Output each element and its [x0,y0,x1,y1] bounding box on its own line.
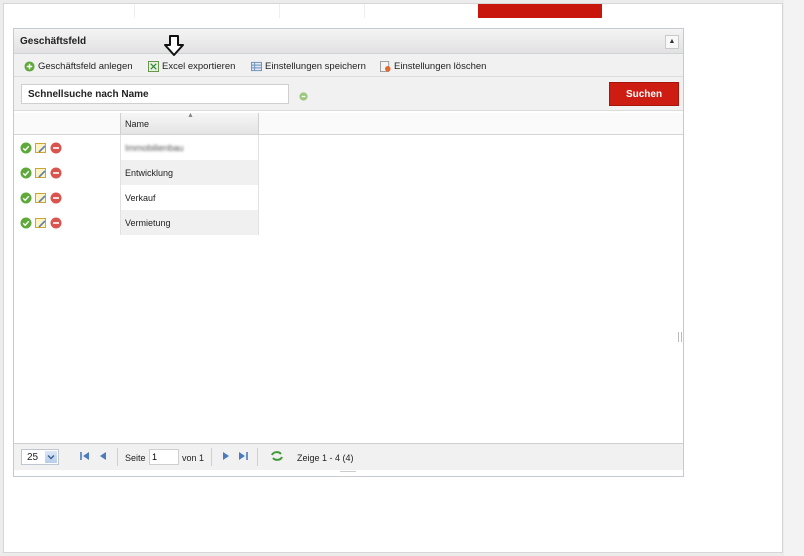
save-settings-label: Einstellungen speichern [265,60,366,72]
page-count-label: von 1 [182,453,205,463]
table-row[interactable]: Vermietung [14,210,683,235]
table-row[interactable]: Immobilienbau [14,135,683,160]
page-label: Seite [125,453,146,463]
active-nav-tab[interactable] [478,4,602,18]
delete-icon[interactable] [50,142,62,154]
panel-header: Geschäftsfeld ▲ [14,29,683,54]
delete-settings-icon [380,60,391,72]
search-clear-icon[interactable] [298,91,309,102]
row-name: Verkauf [125,193,156,203]
pagination-bar: 25 Seite von 1 Zeige 1 - 4 (4) [14,443,683,470]
add-icon [24,60,35,72]
name-cell: Immobilienbau [120,135,259,160]
display-info: Zeige 1 - 4 (4) [297,453,354,463]
pager-separator [257,448,258,466]
pager-separator [117,448,118,466]
page-size-value: 25 [27,452,39,463]
actions-column-header [14,113,120,134]
quick-search-input[interactable] [21,84,289,104]
collapse-button[interactable]: ▲ [665,35,679,49]
save-settings-button[interactable]: Einstellungen speichern [251,59,366,73]
approve-icon[interactable] [20,217,32,229]
delete-settings-label: Einstellungen löschen [394,60,487,72]
table-row[interactable]: Verkauf [14,185,683,210]
refresh-icon[interactable] [270,450,284,462]
sort-asc-icon: ▲ [187,112,194,119]
scroll-handle[interactable] [678,332,682,342]
excel-icon [148,60,159,72]
top-nav-strip [4,4,780,18]
excel-export-label: Excel exportieren [162,60,236,72]
resize-grip[interactable] [340,471,356,477]
name-cell: Vermietung [120,210,259,235]
approve-icon[interactable] [20,192,32,204]
prev-page-icon[interactable] [97,450,109,462]
row-name: Vermietung [125,218,171,228]
row-name: Immobilienbau [125,143,184,153]
panel-title: Geschäftsfeld [20,36,87,47]
toolbar: Geschäftsfeld anlegen Excel exportieren … [14,54,683,77]
add-button-label: Geschäftsfeld anlegen [38,60,133,72]
grid-body: Immobilienbau Entwicklung Verkauf Vermie… [14,135,683,441]
next-page-icon[interactable] [220,450,232,462]
grid-panel: Geschäftsfeld ▲ Geschäftsfeld anlegen Ex… [13,28,684,477]
search-bar: Suchen [14,77,683,111]
edit-icon[interactable] [35,192,47,204]
add-business-field-button[interactable]: Geschäftsfeld anlegen [24,59,133,73]
delete-settings-button[interactable]: Einstellungen löschen [380,59,486,73]
page-size-select[interactable]: 25 [21,449,59,465]
approve-icon[interactable] [20,142,32,154]
name-cell: Verkauf [120,185,259,210]
name-cell: Entwicklung [120,160,259,185]
delete-icon[interactable] [50,192,62,204]
approve-icon[interactable] [20,167,32,179]
row-name: Entwicklung [125,168,174,178]
right-shade [784,0,804,556]
name-column-header[interactable]: ▲ Name [120,112,259,134]
name-column-label: Name [125,119,150,129]
edit-icon[interactable] [35,217,47,229]
grid-settings-icon [251,61,262,71]
first-page-icon[interactable] [79,450,91,462]
page-number-input[interactable] [149,449,179,465]
search-button[interactable]: Suchen [609,82,679,106]
row-actions [20,217,80,229]
edit-icon[interactable] [35,167,47,179]
row-actions [20,192,80,204]
last-page-icon[interactable] [237,450,249,462]
row-actions [20,167,80,179]
grid-header: ▲ Name [14,112,683,135]
chevron-down-icon[interactable] [45,451,57,463]
excel-export-button[interactable]: Excel exportieren [148,59,235,73]
row-actions [20,142,80,154]
delete-icon[interactable] [50,217,62,229]
table-row[interactable]: Entwicklung [14,160,683,185]
delete-icon[interactable] [50,167,62,179]
down-arrow-icon [164,35,184,56]
pager-separator [211,448,212,466]
edit-icon[interactable] [35,142,47,154]
